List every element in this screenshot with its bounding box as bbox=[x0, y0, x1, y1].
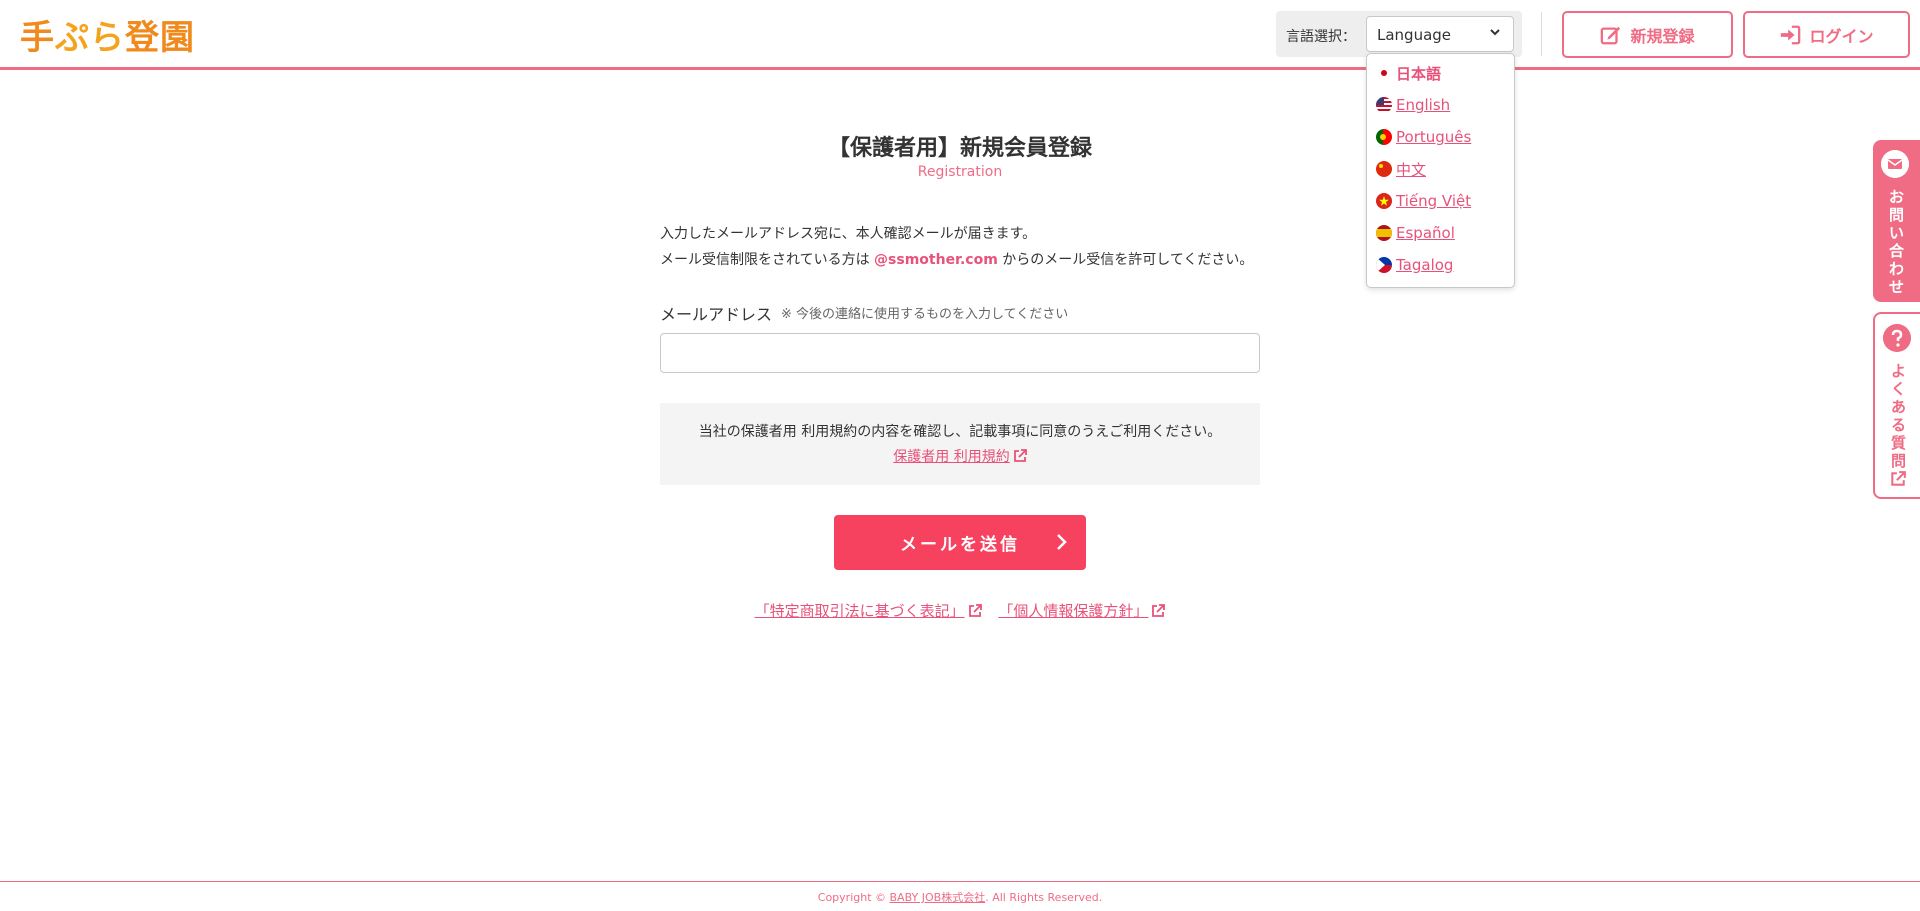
chevron-down-icon bbox=[1490, 29, 1500, 36]
language-option-es[interactable]: Español bbox=[1376, 223, 1455, 243]
legal-links: 「特定商取引法に基づく表記」 「個人情報保護方針」 bbox=[0, 600, 1920, 621]
register-button[interactable]: 新規登録 bbox=[1562, 11, 1733, 58]
email-label: メールアドレス bbox=[660, 305, 773, 324]
register-label: 新規登録 bbox=[1630, 26, 1695, 46]
flag-ph-icon bbox=[1376, 257, 1392, 273]
contact-tab[interactable]: お問い合わせ bbox=[1873, 140, 1920, 302]
external-link-icon bbox=[968, 604, 982, 617]
language-option-en[interactable]: English bbox=[1376, 95, 1450, 115]
footer-divider bbox=[0, 881, 1920, 882]
language-option-vi[interactable]: Tiếng Việt bbox=[1376, 191, 1471, 211]
send-email-label: メールを送信 bbox=[900, 535, 1020, 555]
terms-box: 当社の保護者用 利用規約の内容を確認し、記載事項に同意のうえご利用ください。 保… bbox=[660, 403, 1260, 485]
language-selector: 言語選択： Language bbox=[1276, 11, 1522, 57]
external-link-icon bbox=[1152, 604, 1166, 617]
sign-in-icon bbox=[1781, 25, 1801, 44]
faq-tab[interactable]: よくある質問 bbox=[1873, 312, 1920, 499]
footer: Copyright © BABY JOB株式会社. All Rights Res… bbox=[817, 891, 1103, 904]
company-link[interactable]: BABY JOB株式会社 bbox=[890, 891, 986, 904]
chevron-right-icon bbox=[1057, 534, 1067, 550]
external-link-icon bbox=[1013, 449, 1027, 462]
contact-label: お問い合わせ bbox=[1888, 188, 1904, 296]
page-subtitle: Registration bbox=[917, 164, 1003, 180]
flag-us-icon bbox=[1376, 97, 1392, 113]
email-input[interactable] bbox=[660, 333, 1260, 373]
language-option-ja[interactable]: 日本語 bbox=[1376, 63, 1441, 83]
header: 手ぷら登園 言語選択： Language 新規登録 ログイン bbox=[0, 0, 1920, 70]
login-button[interactable]: ログイン bbox=[1743, 11, 1910, 58]
language-label: 言語選択： bbox=[1286, 29, 1356, 45]
language-select[interactable]: Language bbox=[1366, 16, 1514, 52]
terms-text: 当社の保護者用 利用規約の内容を確認し、記載事項に同意のうえご利用ください。 bbox=[698, 424, 1222, 440]
header-divider bbox=[1541, 12, 1542, 56]
logo-text: 手ぷら登園 bbox=[20, 17, 195, 58]
faq-label: よくある質問 bbox=[1890, 362, 1906, 470]
flag-vn-icon bbox=[1376, 193, 1392, 209]
intro-text: 入力したメールアドレス宛に、本人確認メールが届きます。 メール受信制限をされてい… bbox=[660, 226, 1254, 268]
email-domain: @ssmother.com bbox=[874, 252, 998, 268]
tokushoho-link[interactable]: 「特定商取引法に基づく表記」 bbox=[755, 602, 982, 620]
question-icon bbox=[1883, 324, 1911, 352]
page-title: 【保護者用】新規会員登録 bbox=[827, 136, 1092, 161]
logo[interactable]: 手ぷら登園 bbox=[20, 14, 195, 58]
flag-es-icon bbox=[1376, 225, 1392, 241]
login-label: ログイン bbox=[1809, 26, 1874, 46]
send-email-button[interactable]: メールを送信 bbox=[834, 515, 1086, 570]
email-note: ※ 今後の連絡に使用するものを入力してください bbox=[781, 307, 1069, 322]
envelope-icon bbox=[1881, 150, 1909, 178]
external-link-icon bbox=[1891, 471, 1906, 486]
edit-icon bbox=[1601, 26, 1621, 44]
flag-jp-icon bbox=[1376, 65, 1392, 81]
privacy-policy-link[interactable]: 「個人情報保護方針」 bbox=[998, 602, 1166, 620]
language-option-tl[interactable]: Tagalog bbox=[1376, 255, 1453, 275]
terms-link[interactable]: 保護者用 利用規約 bbox=[893, 449, 1027, 465]
language-select-value: Language bbox=[1377, 26, 1452, 44]
